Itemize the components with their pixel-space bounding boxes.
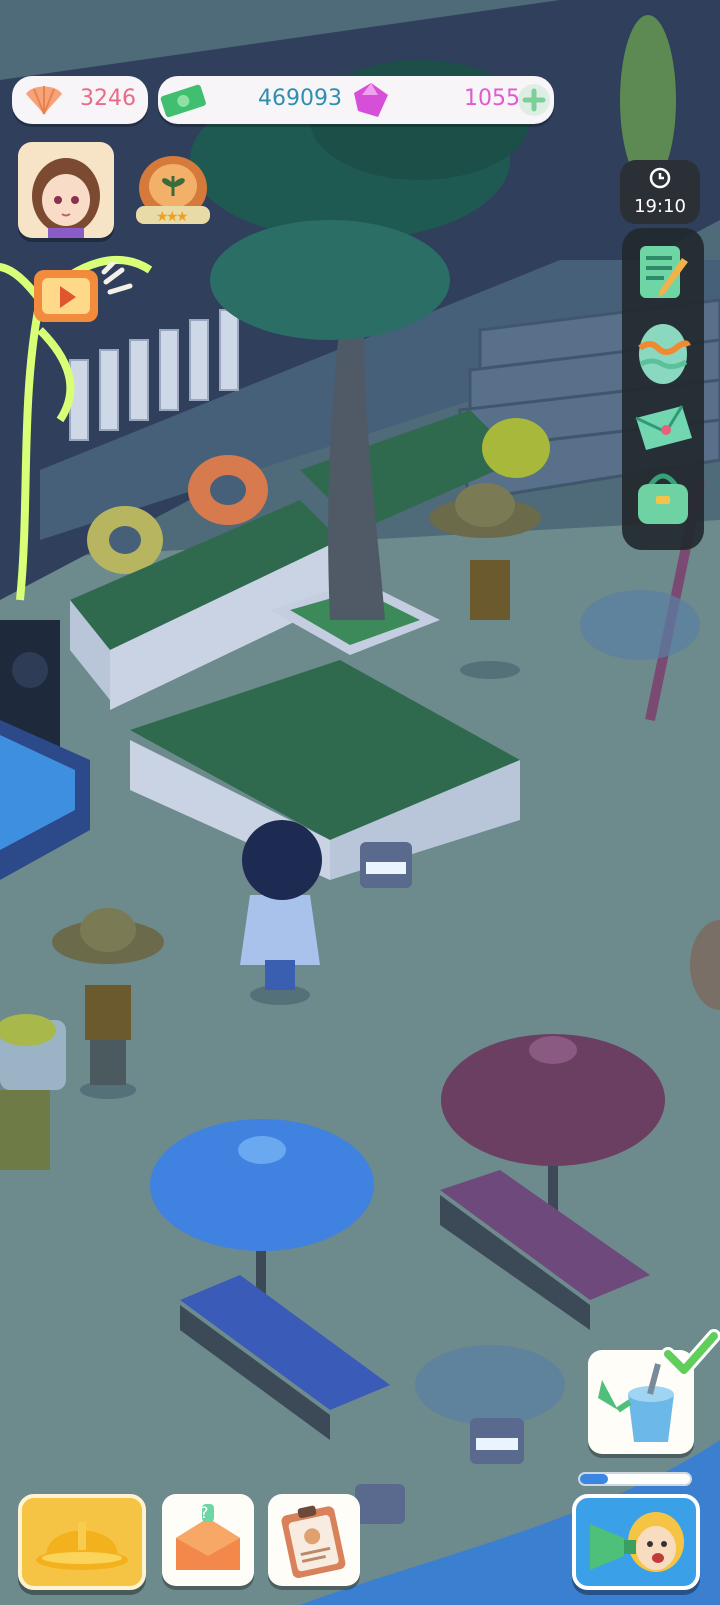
video-ad-button[interactable] [30,259,133,326]
toolbox-icon: ? [176,1503,240,1570]
player-avatar[interactable] [18,142,114,238]
svg-text:?: ? [200,1503,209,1522]
avatar-portrait-icon [32,158,100,238]
cash-value: 469093 [258,86,342,111]
hire-worker-button[interactable] [572,1494,700,1590]
worker-progress-bar [578,1472,692,1486]
clock-time: 19:10 [634,196,686,217]
shop-bag-button[interactable] [632,466,694,530]
plus-icon [522,88,546,112]
easter-egg-icon [638,324,691,384]
event-egg-button[interactable] [632,318,694,386]
add-gems-button[interactable] [518,84,550,116]
currency-bar[interactable]: 469093 1055 [158,76,554,124]
shells-value: 3246 [80,86,136,111]
tv-play-icon [34,259,133,322]
seashell-icon [26,86,62,115]
svg-text:★: ★ [176,209,189,225]
hard-hat-icon [36,1522,128,1570]
clock-widget: 19:10 [620,160,700,224]
check-icon [662,1329,720,1377]
clock-icon [649,167,671,189]
recipe-board-icon [281,1505,346,1578]
mail-button[interactable] [632,400,694,456]
shells-counter[interactable]: 3246 [12,76,148,124]
rank-badge-icon[interactable]: ★ ★ ★ [128,150,218,232]
toolbox-button[interactable]: ? [162,1494,254,1586]
gems-value: 1055 [464,86,520,111]
tasks-button[interactable] [632,240,694,304]
megaphone-worker-icon [590,1512,684,1572]
clipboard-icon [640,246,688,298]
recipe-board-button[interactable] [268,1494,360,1586]
gem-icon [354,83,388,117]
bag-icon [638,473,688,524]
cash-icon [160,84,206,118]
mail-icon [635,405,692,450]
build-button[interactable] [18,1494,146,1590]
worker-progress-fill [580,1474,608,1484]
